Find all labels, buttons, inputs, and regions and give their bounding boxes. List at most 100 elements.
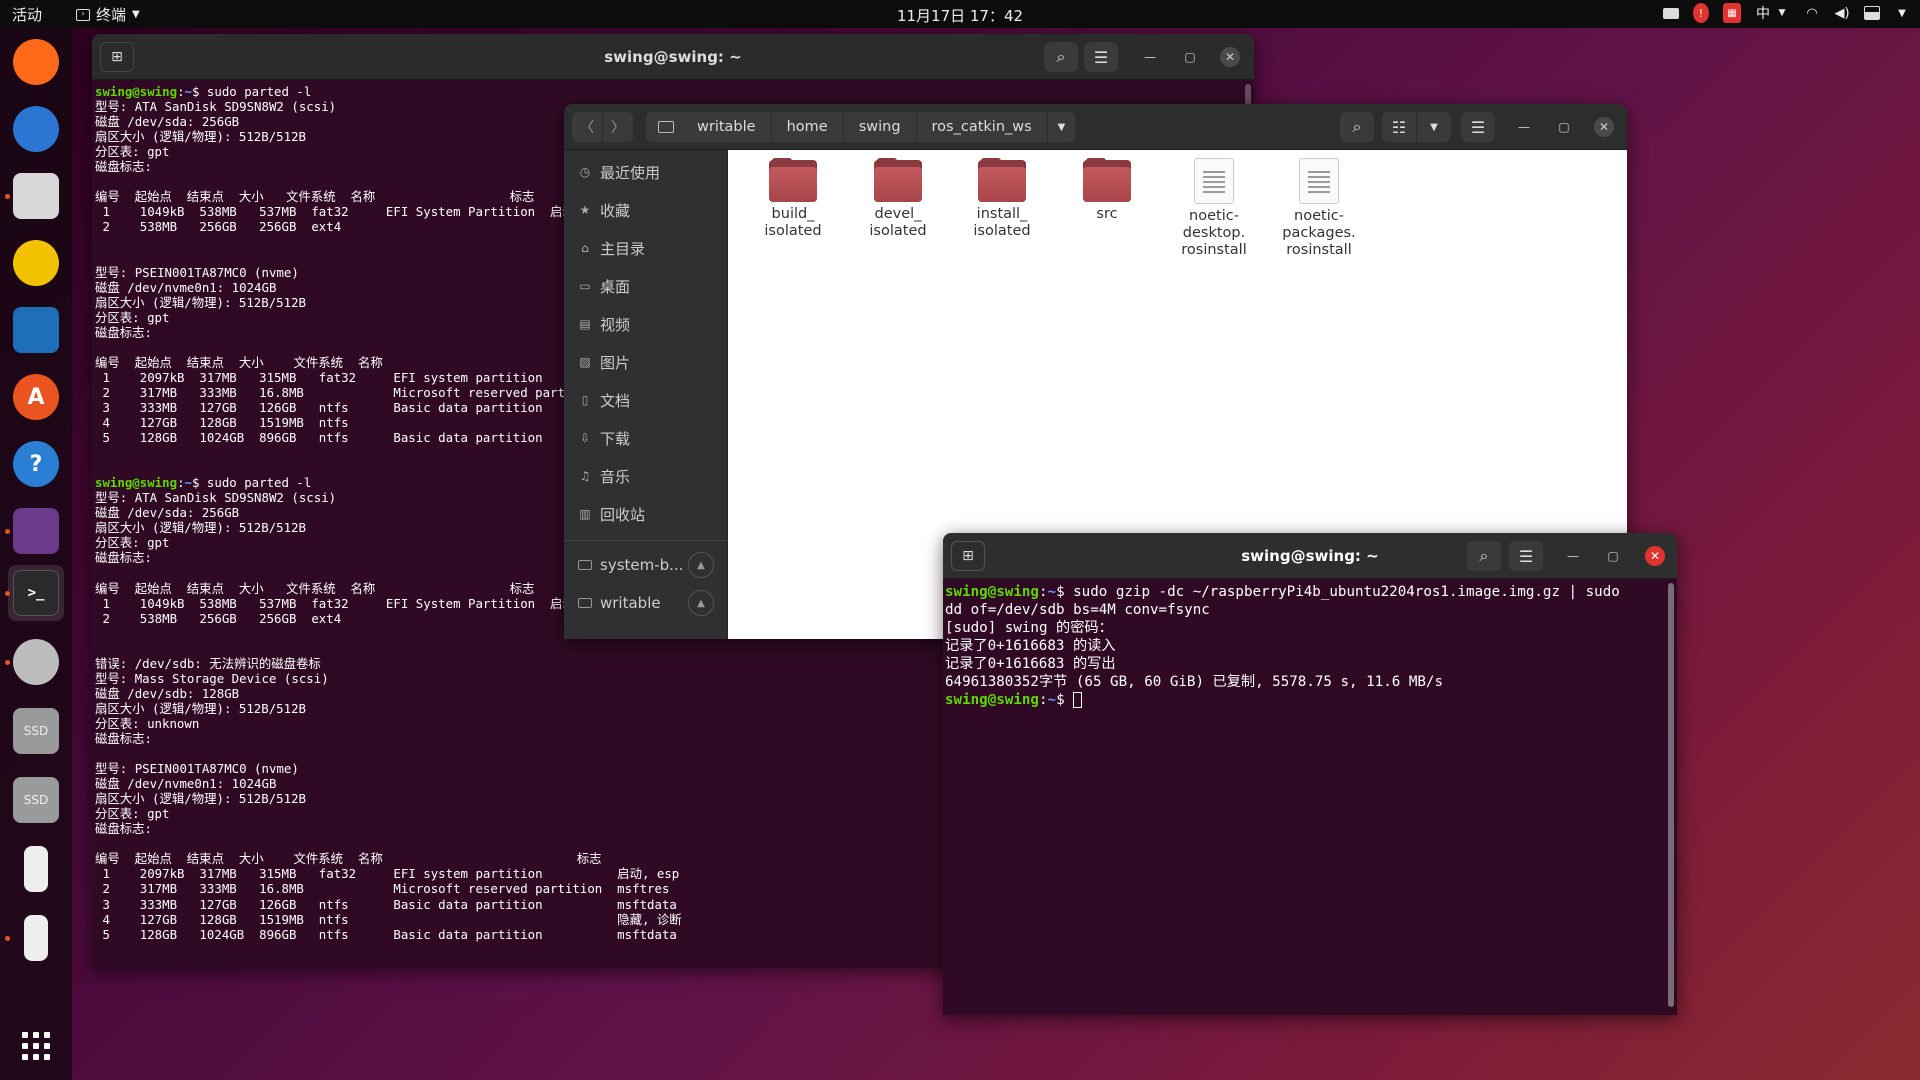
sidebar-item[interactable]: ⇩ 下载: [564, 420, 728, 456]
sidebar-item[interactable]: ⌂ 主目录: [564, 230, 728, 266]
sidebar: ◷ 最近使用 ★ 收藏 ⌂ 主目录 ▭ 桌面 ▤ 视频 ▨ 图片 ▯ 文档 ⇩ 下载 ♫ 音乐 ▥ 回收站 system…: [564, 150, 728, 639]
sidebar-item-label: 视频: [600, 315, 631, 334]
breadcrumb-item-ros_catkin_ws[interactable]: ros_catkin_ws: [917, 112, 1048, 142]
close-button[interactable]: ✕: [1220, 47, 1240, 67]
view-toggle-button[interactable]: ☷: [1382, 112, 1416, 142]
show-apps-button[interactable]: [8, 1018, 64, 1074]
sidebar-device[interactable]: system-b... ▲: [564, 547, 728, 583]
eject-icon: ▲: [697, 597, 705, 609]
dock-item[interactable]: ?: [8, 436, 64, 492]
clock[interactable]: 11月17日 17：42: [0, 5, 1920, 26]
breadcrumb-dropdown[interactable]: ▼: [1048, 112, 1076, 142]
sidebar-item[interactable]: ★ 收藏: [564, 192, 728, 228]
breadcrumb-item-writable[interactable]: writable: [682, 112, 772, 142]
eject-button[interactable]: ▲: [688, 590, 714, 616]
sidebar-item[interactable]: ◷ 最近使用: [564, 154, 728, 190]
top-bar: 活动 › 终端 ▼ 11月17日 17：42 ! ▦ 中 ▼ ◠ ◀) ▼: [0, 0, 1920, 28]
sidebar-device[interactable]: writable ▲: [564, 585, 728, 621]
maximize-button[interactable]: ▢: [1554, 117, 1574, 137]
file-item[interactable]: src: [1059, 158, 1155, 223]
breadcrumb-item-swing[interactable]: swing: [844, 112, 917, 142]
running-indicator: [5, 529, 10, 534]
wifi-icon[interactable]: ◠: [1804, 3, 1820, 23]
dock-item[interactable]: SSD: [8, 772, 64, 828]
eject-button[interactable]: ▲: [688, 552, 714, 578]
scrollbar[interactable]: [1668, 583, 1674, 1007]
dock-item[interactable]: [5, 634, 64, 690]
close-button[interactable]: ✕: [1594, 117, 1614, 137]
breadcrumb-item-home[interactable]: home: [772, 112, 844, 142]
files-icon: [13, 173, 59, 219]
sidebar-item[interactable]: ▯ 文档: [564, 382, 728, 418]
search-button[interactable]: ⌕: [1044, 42, 1078, 72]
maximize-button[interactable]: ▢: [1603, 546, 1623, 566]
file-name: install_ isolated: [973, 206, 1031, 239]
view-options-button[interactable]: ▼: [1417, 112, 1451, 142]
system-tray: ! ▦ 中 ▼ ◠ ◀) ▼: [1663, 3, 1910, 23]
dock-item[interactable]: A: [8, 369, 64, 425]
sidebar-item-label: 回收站: [600, 505, 646, 524]
battery-icon[interactable]: [1864, 3, 1880, 23]
close-button[interactable]: ✕: [1645, 546, 1665, 566]
terminal-window-front[interactable]: ⊞ swing@swing: ~ ⌕ ☰ — ▢ ✕ swing@swing:~…: [943, 533, 1677, 1015]
file-item[interactable]: install_ isolated: [954, 158, 1050, 240]
menu-button[interactable]: ☰: [1084, 42, 1118, 72]
minimize-button[interactable]: —: [1514, 117, 1534, 137]
dock-item[interactable]: [5, 910, 64, 966]
sidebar-item[interactable]: ▤ 视频: [564, 306, 728, 342]
prompt-user: swing@swing: [95, 84, 178, 99]
thunderbird-icon: [13, 106, 59, 152]
file-item[interactable]: noetic- desktop. rosinstall: [1166, 158, 1262, 259]
running-indicator: [5, 936, 10, 941]
close-icon: ✕: [1598, 120, 1610, 134]
dock-item[interactable]: [8, 235, 64, 291]
new-tab-button[interactable]: ⊞: [100, 42, 134, 72]
file-name: noetic- packages. rosinstall: [1282, 208, 1356, 258]
dock-item[interactable]: [5, 168, 64, 224]
drive-icon-crumb: [646, 112, 682, 142]
dock-item[interactable]: >_: [5, 565, 64, 621]
command-text: $ sudo gzip -dc ~/raspberryPi4b_ubuntu22…: [1056, 584, 1620, 600]
sidebar-item[interactable]: ▭ 桌面: [564, 268, 728, 304]
system-menu-chevron-icon[interactable]: ▼: [1894, 3, 1910, 23]
file-name: devel_ isolated: [869, 206, 927, 239]
maximize-button[interactable]: ▢: [1180, 47, 1200, 67]
app-indicator-icon[interactable]: ▦: [1723, 3, 1741, 23]
sidebar-item[interactable]: ▨ 图片: [564, 344, 728, 380]
libreoffice-writer-icon: [13, 307, 59, 353]
text-file-icon: [1299, 158, 1339, 204]
forward-button[interactable]: 〉: [603, 112, 633, 142]
alert-icon[interactable]: !: [1693, 3, 1709, 23]
search-button[interactable]: ⌕: [1467, 541, 1501, 571]
hamburger-icon: ☰: [1093, 47, 1109, 67]
file-item[interactable]: devel_ isolated: [850, 158, 946, 240]
terminal-output[interactable]: swing@swing:~$ sudo gzip -dc ~/raspberry…: [943, 579, 1677, 1015]
sidebar-item[interactable]: ♫ 音乐: [564, 458, 728, 494]
dock-item[interactable]: [5, 503, 64, 559]
menu-button[interactable]: ☰: [1461, 112, 1495, 142]
back-button[interactable]: 〈: [572, 112, 602, 142]
home-icon: ⌂: [581, 241, 589, 255]
sidebar-item[interactable]: ▥ 回收站: [564, 496, 728, 532]
ubuntu-software-icon: A: [13, 374, 59, 420]
screen-record-icon[interactable]: [1663, 3, 1679, 23]
volume-icon[interactable]: ◀): [1834, 3, 1850, 23]
minimize-button[interactable]: —: [1140, 47, 1160, 67]
minimize-button[interactable]: —: [1563, 546, 1583, 566]
minimize-icon: —: [1567, 549, 1579, 563]
dock-item[interactable]: [8, 841, 64, 897]
search-icon: ⌕: [1352, 117, 1362, 136]
command-text: $: [1056, 692, 1074, 708]
file-item[interactable]: noetic- packages. rosinstall: [1271, 158, 1367, 259]
input-method-indicator[interactable]: 中 ▼: [1755, 3, 1790, 23]
dock-item[interactable]: [8, 302, 64, 358]
dock-item[interactable]: [8, 34, 64, 90]
running-indicator: [5, 194, 10, 199]
new-tab-button[interactable]: ⊞: [951, 541, 985, 571]
document-icon: ▯: [581, 393, 589, 407]
file-item[interactable]: build_ isolated: [745, 158, 841, 240]
search-button[interactable]: ⌕: [1340, 112, 1374, 142]
dock-item[interactable]: SSD: [8, 703, 64, 759]
dock-item[interactable]: [8, 101, 64, 157]
menu-button[interactable]: ☰: [1509, 541, 1543, 571]
